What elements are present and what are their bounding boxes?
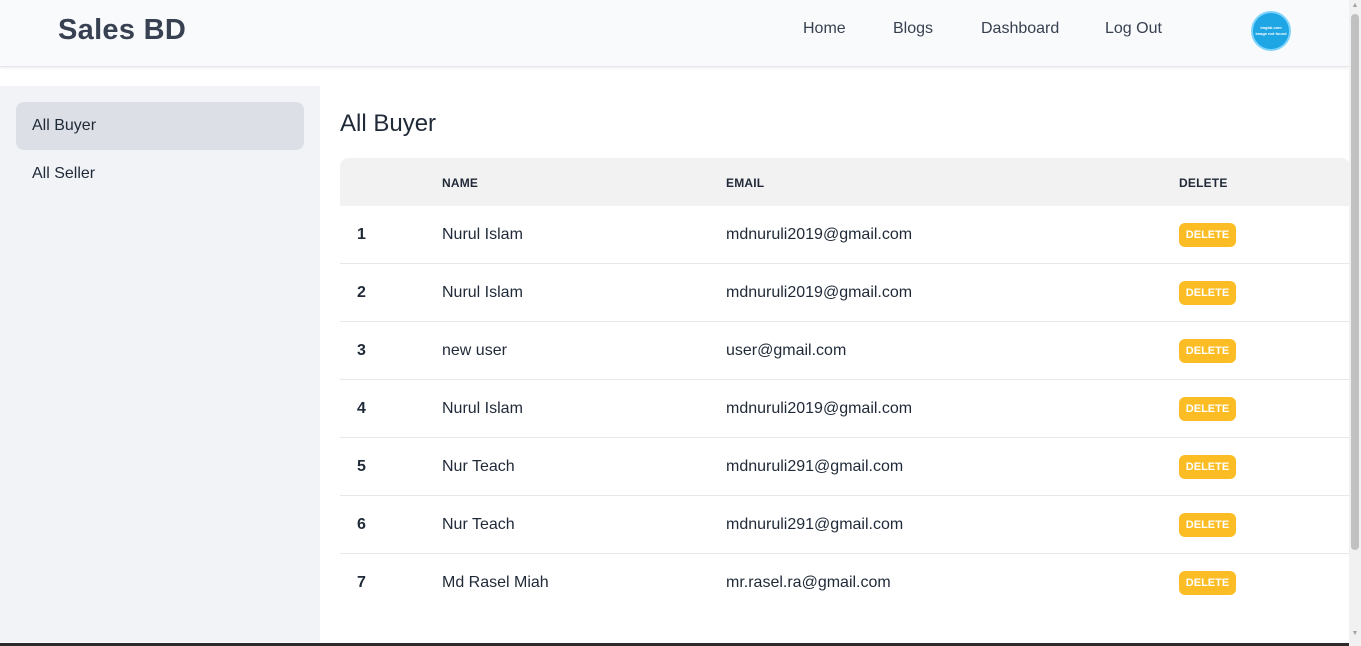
table-row: 3 new user user@gmail.com DELETE bbox=[340, 322, 1350, 380]
buyer-email: mdnuruli2019@gmail.com bbox=[726, 400, 913, 417]
buyer-name: Md Rasel Miah bbox=[442, 574, 549, 591]
row-number: 3 bbox=[357, 342, 366, 359]
scrollbar-thumb[interactable] bbox=[1351, 14, 1359, 550]
column-header-delete: DELETE bbox=[1179, 176, 1228, 190]
brand-logo[interactable]: Sales BD bbox=[58, 14, 186, 47]
buyer-name: new user bbox=[442, 342, 507, 359]
table-row: 7 Md Rasel Miah mr.rasel.ra@gmail.com DE… bbox=[340, 554, 1350, 612]
table-row: 1 Nurul Islam mdnuruli2019@gmail.com DEL… bbox=[340, 206, 1350, 264]
buyer-email: mdnuruli2019@gmail.com bbox=[726, 284, 913, 301]
page-title: All Buyer bbox=[340, 110, 437, 137]
nav-logout-link[interactable]: Log Out bbox=[1105, 20, 1162, 38]
table-row: 4 Nurul Islam mdnuruli2019@gmail.com DEL… bbox=[340, 380, 1350, 438]
buyer-email: user@gmail.com bbox=[726, 342, 847, 359]
avatar-text-line-2: image not found bbox=[1255, 31, 1287, 36]
buyers-table: NAME EMAIL DELETE 1 Nurul Islam mdnuruli… bbox=[340, 158, 1350, 612]
sidebar-item-all-seller[interactable]: All Seller bbox=[16, 150, 304, 198]
buyer-name: Nurul Islam bbox=[442, 284, 523, 301]
scroll-up-arrow-icon[interactable]: ▲ bbox=[1349, 0, 1361, 12]
column-header-name: NAME bbox=[442, 176, 479, 190]
navbar: Sales BD Home Blogs Dashboard Log Out im… bbox=[0, 0, 1349, 67]
table-header: NAME EMAIL DELETE bbox=[340, 158, 1350, 206]
buyer-email: mdnuruli291@gmail.com bbox=[726, 458, 904, 475]
nav-home-link[interactable]: Home bbox=[803, 20, 846, 38]
row-number: 7 bbox=[357, 574, 366, 591]
delete-button[interactable]: DELETE bbox=[1179, 571, 1236, 595]
row-number: 2 bbox=[357, 284, 366, 301]
buyer-name: Nurul Islam bbox=[442, 226, 523, 243]
vertical-scrollbar[interactable]: ▲ ▼ bbox=[1349, 0, 1361, 646]
delete-button[interactable]: DELETE bbox=[1179, 455, 1236, 479]
row-number: 1 bbox=[357, 226, 366, 243]
table-row: 6 Nur Teach mdnuruli291@gmail.com DELETE bbox=[340, 496, 1350, 554]
delete-button[interactable]: DELETE bbox=[1179, 281, 1236, 305]
page: Sales BD Home Blogs Dashboard Log Out im… bbox=[0, 0, 1361, 646]
table-row: 2 Nurul Islam mdnuruli2019@gmail.com DEL… bbox=[340, 264, 1350, 322]
delete-button[interactable]: DELETE bbox=[1179, 339, 1236, 363]
nav-blogs-link[interactable]: Blogs bbox=[893, 20, 933, 38]
column-header-email: EMAIL bbox=[726, 176, 765, 190]
row-number: 6 bbox=[357, 516, 366, 533]
buyer-email: mr.rasel.ra@gmail.com bbox=[726, 574, 891, 591]
buyer-email: mdnuruli291@gmail.com bbox=[726, 516, 904, 533]
buyer-email: mdnuruli2019@gmail.com bbox=[726, 226, 913, 243]
row-number: 4 bbox=[357, 400, 366, 417]
delete-button[interactable]: DELETE bbox=[1179, 513, 1236, 537]
table-body: 1 Nurul Islam mdnuruli2019@gmail.com DEL… bbox=[340, 206, 1350, 612]
sidebar: All Buyer All Seller bbox=[0, 86, 320, 642]
scroll-down-arrow-icon[interactable]: ▼ bbox=[1349, 628, 1361, 640]
row-number: 5 bbox=[357, 458, 366, 475]
nav-dashboard-link[interactable]: Dashboard bbox=[981, 20, 1059, 38]
delete-button[interactable]: DELETE bbox=[1179, 397, 1236, 421]
table-row: 5 Nur Teach mdnuruli291@gmail.com DELETE bbox=[340, 438, 1350, 496]
buyer-name: Nur Teach bbox=[442, 458, 515, 475]
buyer-name: Nur Teach bbox=[442, 516, 515, 533]
sidebar-item-all-buyer[interactable]: All Buyer bbox=[16, 102, 304, 150]
buyer-name: Nurul Islam bbox=[442, 400, 523, 417]
delete-button[interactable]: DELETE bbox=[1179, 223, 1236, 247]
user-avatar[interactable]: imgbb.com image not found bbox=[1251, 11, 1291, 51]
